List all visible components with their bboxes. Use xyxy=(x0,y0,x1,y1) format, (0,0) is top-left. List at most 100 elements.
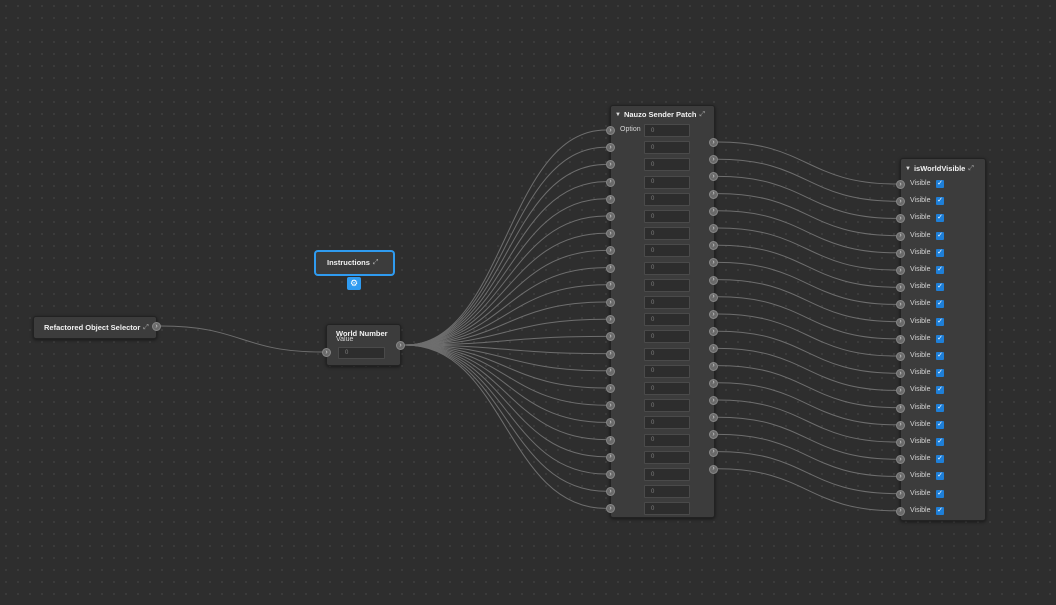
visible-checkbox[interactable]: ✓ xyxy=(936,248,944,257)
option-value-field[interactable]: 0 xyxy=(644,141,690,155)
option-value-field[interactable]: 0 xyxy=(644,485,690,499)
input-port[interactable] xyxy=(896,352,905,361)
output-port[interactable] xyxy=(709,155,718,165)
output-port[interactable] xyxy=(709,275,718,285)
output-port[interactable] xyxy=(396,341,405,350)
visible-checkbox[interactable]: ✓ xyxy=(936,472,944,481)
visible-checkbox[interactable]: ✓ xyxy=(936,300,944,309)
world-number-node[interactable]: World Number Value 0 xyxy=(326,324,401,366)
visible-checkbox[interactable]: ✓ xyxy=(936,197,944,206)
output-port[interactable] xyxy=(709,138,718,147)
input-port[interactable] xyxy=(896,420,905,430)
option-value-field[interactable]: 0 xyxy=(644,175,690,189)
option-value-field[interactable]: 0 xyxy=(644,347,690,361)
output-port[interactable] xyxy=(709,447,718,457)
output-port[interactable] xyxy=(709,310,718,319)
input-port[interactable] xyxy=(896,489,905,499)
output-port[interactable] xyxy=(709,361,718,371)
option-value-field[interactable]: 0 xyxy=(644,330,690,344)
visible-checkbox[interactable]: ✓ xyxy=(936,506,944,515)
value-field[interactable]: 0 xyxy=(338,347,385,359)
output-port[interactable] xyxy=(709,206,718,216)
option-value-field[interactable]: 0 xyxy=(644,502,690,516)
output-port[interactable] xyxy=(152,322,161,331)
input-port[interactable] xyxy=(606,194,615,204)
input-port[interactable] xyxy=(606,298,615,307)
visible-checkbox[interactable]: ✓ xyxy=(936,334,944,343)
visible-checkbox[interactable]: ✓ xyxy=(936,266,944,274)
output-port[interactable] xyxy=(709,241,718,251)
option-value-field[interactable]: 0 xyxy=(644,278,690,292)
option-value-field[interactable]: 0 xyxy=(644,382,690,395)
input-port[interactable] xyxy=(896,506,905,516)
option-value-field[interactable]: 0 xyxy=(644,313,690,327)
input-port[interactable] xyxy=(606,126,615,135)
input-port[interactable] xyxy=(606,280,615,290)
visible-checkbox[interactable]: ✓ xyxy=(936,386,944,395)
visible-checkbox[interactable]: ✓ xyxy=(936,214,944,223)
collapse-triangle-icon[interactable]: ▼ xyxy=(615,112,621,118)
input-port[interactable] xyxy=(896,231,905,241)
visible-checkbox[interactable]: ✓ xyxy=(936,180,944,188)
input-port[interactable] xyxy=(896,438,905,447)
input-port[interactable] xyxy=(896,334,905,344)
option-value-field[interactable]: 0 xyxy=(644,468,690,481)
visible-checkbox[interactable]: ✓ xyxy=(936,317,944,326)
settings-icon[interactable]: ⚙ xyxy=(347,277,361,290)
input-port[interactable] xyxy=(606,263,615,273)
option-value-field[interactable]: 0 xyxy=(644,433,690,447)
output-port[interactable] xyxy=(709,189,718,199)
expand-icon[interactable]: ⤢ xyxy=(143,324,149,332)
output-port[interactable] xyxy=(709,430,718,440)
visible-checkbox[interactable]: ✓ xyxy=(936,352,944,360)
input-port[interactable] xyxy=(606,384,615,393)
option-value-field[interactable]: 0 xyxy=(644,227,690,241)
option-value-field[interactable]: 0 xyxy=(644,158,690,172)
instructions-node[interactable]: Instructions ⤢ xyxy=(315,251,394,275)
input-port[interactable] xyxy=(896,266,905,275)
input-port[interactable] xyxy=(606,366,615,376)
input-port[interactable] xyxy=(896,403,905,413)
option-value-field[interactable]: 0 xyxy=(644,364,690,378)
input-port[interactable] xyxy=(896,248,905,258)
output-port[interactable] xyxy=(709,464,718,474)
input-port[interactable] xyxy=(896,317,905,327)
input-port[interactable] xyxy=(606,349,615,359)
input-port[interactable] xyxy=(606,177,615,187)
output-port[interactable] xyxy=(709,413,718,423)
input-port[interactable] xyxy=(606,452,615,462)
input-port[interactable] xyxy=(606,435,615,445)
output-port[interactable] xyxy=(709,292,718,302)
expand-icon[interactable]: ⤢ xyxy=(373,259,379,267)
visible-checkbox[interactable]: ✓ xyxy=(936,489,944,498)
option-value-field[interactable]: 0 xyxy=(644,416,690,430)
option-value-field[interactable]: 0 xyxy=(644,261,690,275)
output-port[interactable] xyxy=(709,224,718,233)
output-port[interactable] xyxy=(709,378,718,388)
visible-checkbox[interactable]: ✓ xyxy=(936,438,944,446)
option-value-field[interactable]: 0 xyxy=(644,124,690,137)
collapse-triangle-icon[interactable]: ▼ xyxy=(905,166,911,172)
object-selector-node[interactable]: Refactored Object Selector ⤢ xyxy=(33,316,157,339)
output-port[interactable] xyxy=(709,172,718,182)
option-value-field[interactable]: 0 xyxy=(644,399,690,413)
visible-checkbox[interactable]: ✓ xyxy=(936,283,944,292)
option-value-field[interactable]: 0 xyxy=(644,244,690,258)
input-port[interactable] xyxy=(606,470,615,479)
expand-icon[interactable]: ⤢ xyxy=(699,111,705,119)
visible-checkbox[interactable]: ✓ xyxy=(936,420,944,429)
input-port[interactable] xyxy=(322,348,331,357)
visible-checkbox[interactable]: ✓ xyxy=(936,231,944,240)
visible-checkbox[interactable]: ✓ xyxy=(936,369,944,378)
option-value-field[interactable]: 0 xyxy=(644,296,690,309)
input-port[interactable] xyxy=(896,180,905,189)
option-value-field[interactable]: 0 xyxy=(644,192,690,206)
option-value-field[interactable]: 0 xyxy=(644,210,690,223)
visible-checkbox[interactable]: ✓ xyxy=(936,403,944,412)
option-value-field[interactable]: 0 xyxy=(644,450,690,464)
output-port[interactable] xyxy=(709,396,718,405)
input-port[interactable] xyxy=(606,212,615,221)
visible-checkbox[interactable]: ✓ xyxy=(936,455,944,464)
output-port[interactable] xyxy=(709,344,718,354)
output-port[interactable] xyxy=(709,258,718,268)
